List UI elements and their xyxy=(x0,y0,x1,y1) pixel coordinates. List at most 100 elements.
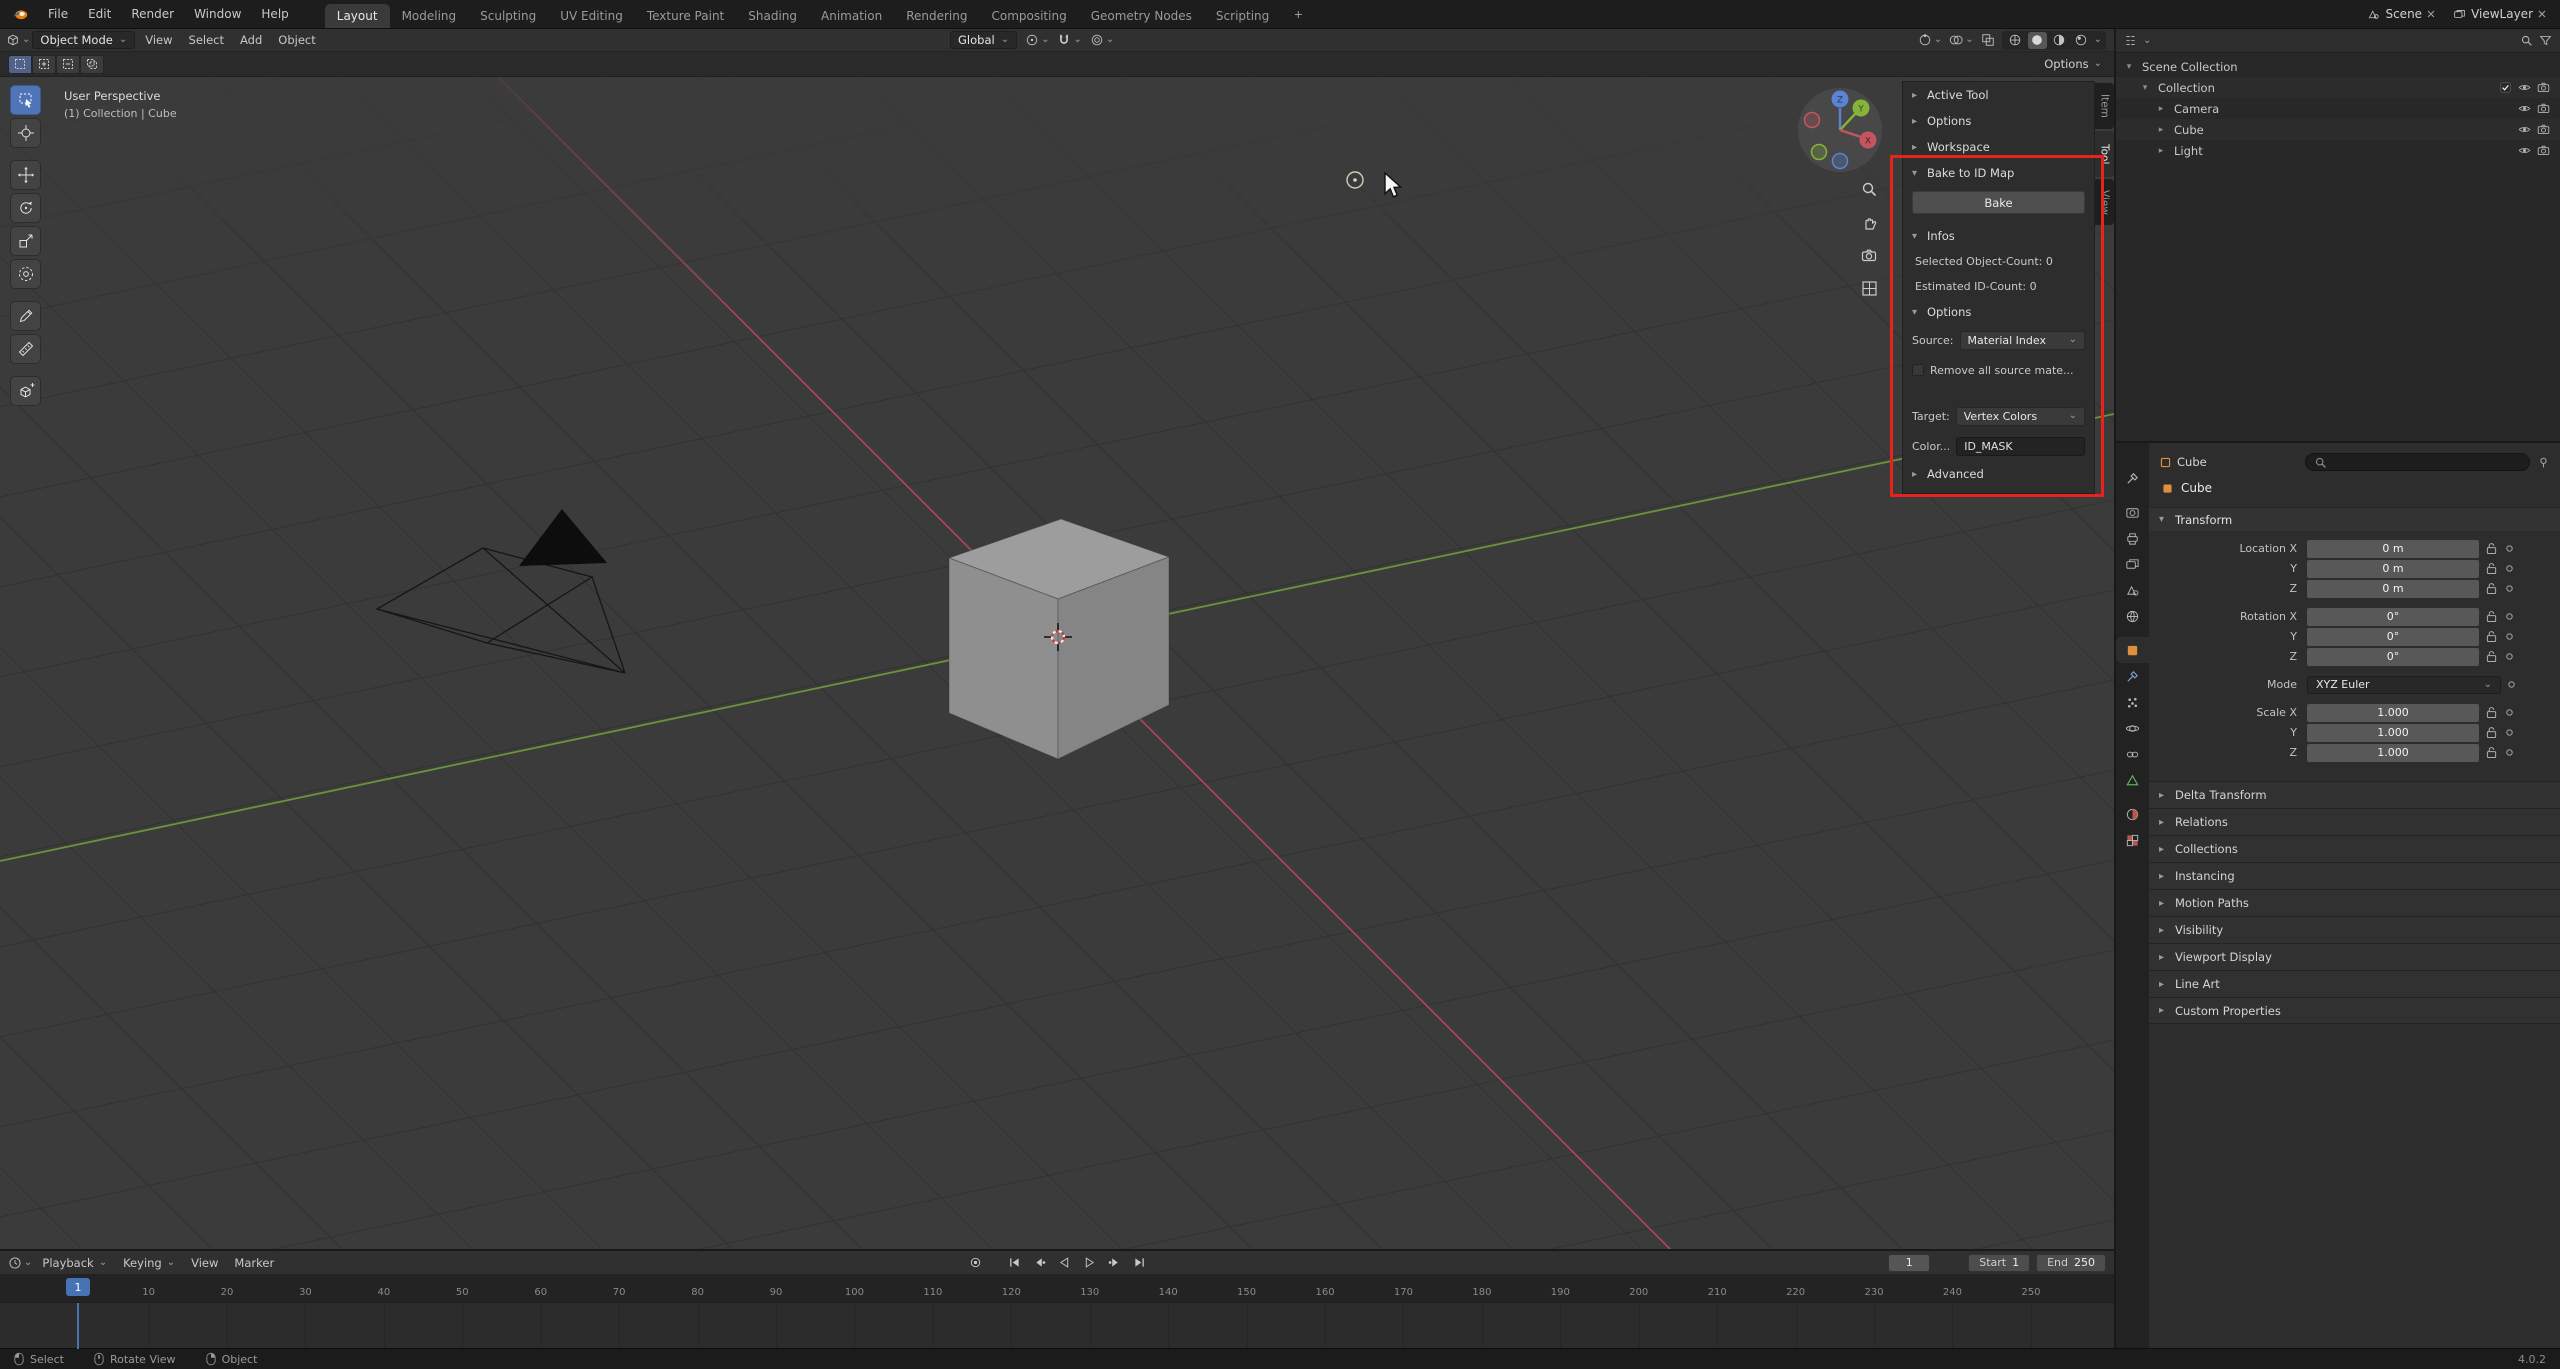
timeline-editor-type-button[interactable]: ⌄ xyxy=(8,1256,32,1270)
remove-source-checkbox[interactable] xyxy=(1912,364,1924,376)
tab-sculpting[interactable]: Sculpting xyxy=(468,4,548,28)
tab-particles[interactable] xyxy=(2116,689,2149,715)
lock-icon[interactable] xyxy=(2483,726,2499,739)
hide-eye-icon[interactable] xyxy=(2518,102,2531,115)
outliner-filter-icon[interactable] xyxy=(2539,34,2552,47)
lock-icon[interactable] xyxy=(2483,542,2499,555)
lock-icon[interactable] xyxy=(2483,630,2499,643)
scene-selector[interactable]: Scene xyxy=(2367,7,2435,21)
shading-solid-button[interactable] xyxy=(2027,31,2047,49)
viewlayer-close-icon[interactable] xyxy=(2538,10,2546,18)
tab-texture-paint[interactable]: Texture Paint xyxy=(635,4,736,28)
disclosure-icon[interactable]: ▸ xyxy=(2156,125,2166,135)
select-mode-extend-button[interactable] xyxy=(32,54,56,74)
tab-texture[interactable] xyxy=(2116,827,2149,853)
lock-icon[interactable] xyxy=(2483,562,2499,575)
disclosure-icon[interactable]: ▸ xyxy=(2156,146,2166,156)
viewport-menu-object[interactable]: Object xyxy=(270,29,323,51)
rotation-z-field[interactable]: 0° xyxy=(2307,647,2479,666)
viewport-3d[interactable]: User Perspective (1) Collection | Cube Z… xyxy=(0,77,2114,1249)
panel-custom-properties[interactable]: ▸ Custom Properties xyxy=(2149,997,2560,1024)
tool-measure[interactable] xyxy=(10,334,41,364)
tab-scene[interactable] xyxy=(2116,577,2149,603)
show-overlays-icon[interactable]: ⌄ xyxy=(1949,33,1974,47)
play-reverse-icon[interactable] xyxy=(1053,1254,1075,1272)
editor-type-button[interactable]: ⌄ xyxy=(6,33,30,47)
current-frame-field[interactable]: 1 xyxy=(1888,1253,1931,1272)
scale-x-field[interactable]: 1.000 xyxy=(2307,703,2479,722)
tool-add-cube[interactable] xyxy=(10,376,41,406)
scale-y-field[interactable]: 1.000 xyxy=(2307,723,2479,742)
lock-icon[interactable] xyxy=(2483,582,2499,595)
lock-icon[interactable] xyxy=(2483,746,2499,759)
tab-rendering[interactable]: Rendering xyxy=(894,4,979,28)
select-mode-new-button[interactable] xyxy=(8,54,32,74)
tab-scripting[interactable]: Scripting xyxy=(1204,4,1281,28)
navigation-gizmo[interactable]: Z Y X xyxy=(1795,85,1885,175)
start-frame-field[interactable]: Start 1 xyxy=(1968,1253,2031,1272)
panel-advanced[interactable]: ▸ Advanced xyxy=(1903,461,2094,487)
tool-annotate[interactable] xyxy=(10,301,41,331)
transform-panel-header[interactable]: ▾ Transform xyxy=(2149,507,2560,531)
next-keyframe-icon[interactable] xyxy=(1103,1254,1125,1272)
tab-object[interactable] xyxy=(2116,637,2149,663)
select-mode-intersect-button[interactable] xyxy=(80,54,104,74)
animate-dot-icon[interactable] xyxy=(2501,748,2517,757)
tool-cursor[interactable] xyxy=(10,118,41,148)
panel-line-art[interactable]: ▸ Line Art xyxy=(2149,970,2560,997)
animate-dot-icon[interactable] xyxy=(2501,564,2517,573)
auto-keying-icon[interactable] xyxy=(964,1254,986,1272)
disclosure-icon[interactable]: ▾ xyxy=(2124,62,2134,72)
timeline-menu-keying[interactable]: Keying ⌄ xyxy=(115,1251,183,1274)
tab-world[interactable] xyxy=(2116,603,2149,629)
location-y-field[interactable]: 0 m xyxy=(2307,559,2479,578)
animate-dot-icon[interactable] xyxy=(2503,680,2519,689)
collection-checkbox[interactable] xyxy=(2499,81,2512,94)
outliner-row-scene-collection[interactable]: ▾ Scene Collection xyxy=(2116,56,2560,77)
orientation-dropdown[interactable]: Global ⌄ xyxy=(950,31,1018,49)
menu-file[interactable]: File xyxy=(38,0,78,28)
tab-material[interactable] xyxy=(2116,801,2149,827)
disclosure-icon[interactable]: ▾ xyxy=(2140,83,2150,93)
lock-icon[interactable] xyxy=(2483,706,2499,719)
viewport-menu-view[interactable]: View xyxy=(137,29,180,51)
outliner-search-icon[interactable] xyxy=(2520,34,2533,47)
panel-infos[interactable]: ▾ Infos xyxy=(1903,223,2094,249)
scale-z-field[interactable]: 1.000 xyxy=(2307,743,2479,762)
select-mode-subtract-button[interactable] xyxy=(56,54,80,74)
disable-render-icon[interactable] xyxy=(2537,144,2550,157)
tab-compositing[interactable]: Compositing xyxy=(979,4,1078,28)
jump-to-start-icon[interactable] xyxy=(1003,1254,1025,1272)
npanel-tab-view[interactable]: View xyxy=(2095,179,2114,225)
panel-active-tool[interactable]: ▸ Active Tool xyxy=(1903,82,2094,108)
snap-magnet-icon[interactable]: ⌄ xyxy=(1057,33,1082,47)
panel-visibility[interactable]: ▸ Visibility xyxy=(2149,916,2560,943)
playhead[interactable]: 1 xyxy=(66,1278,90,1296)
properties-search-input[interactable] xyxy=(2305,453,2530,471)
tab-shading[interactable]: Shading xyxy=(736,4,809,28)
tab-tool[interactable] xyxy=(2116,465,2149,491)
hide-eye-icon[interactable] xyxy=(2518,123,2531,136)
proportional-editing-icon[interactable]: ⌄ xyxy=(1090,33,1114,47)
end-frame-field[interactable]: End 250 xyxy=(2036,1253,2106,1272)
tab-output[interactable] xyxy=(2116,525,2149,551)
tab-constraints[interactable] xyxy=(2116,741,2149,767)
tab-object-data[interactable] xyxy=(2116,767,2149,793)
viewport-menu-add[interactable]: Add xyxy=(232,29,270,51)
panel-motion-paths[interactable]: ▸ Motion Paths xyxy=(2149,889,2560,916)
disable-render-icon[interactable] xyxy=(2537,81,2550,94)
tool-move[interactable] xyxy=(10,160,41,190)
color-attribute-field[interactable]: ID_MASK xyxy=(1956,436,2085,456)
tool-scale[interactable] xyxy=(10,226,41,256)
bake-button[interactable]: Bake xyxy=(1912,191,2085,214)
animate-dot-icon[interactable] xyxy=(2501,584,2517,593)
jump-to-end-icon[interactable] xyxy=(1128,1254,1150,1272)
panel-workspace[interactable]: ▸ Workspace xyxy=(1903,134,2094,160)
panel-relations[interactable]: ▸ Relations xyxy=(2149,808,2560,835)
zoom-icon[interactable] xyxy=(1856,177,1882,201)
light-object[interactable] xyxy=(1337,162,1373,198)
panel-bake-to-id-map[interactable]: ▾ Bake to ID Map xyxy=(1903,160,2094,186)
animate-dot-icon[interactable] xyxy=(2501,544,2517,553)
pin-icon[interactable] xyxy=(2537,456,2550,469)
tool-select-box[interactable] xyxy=(10,85,41,115)
